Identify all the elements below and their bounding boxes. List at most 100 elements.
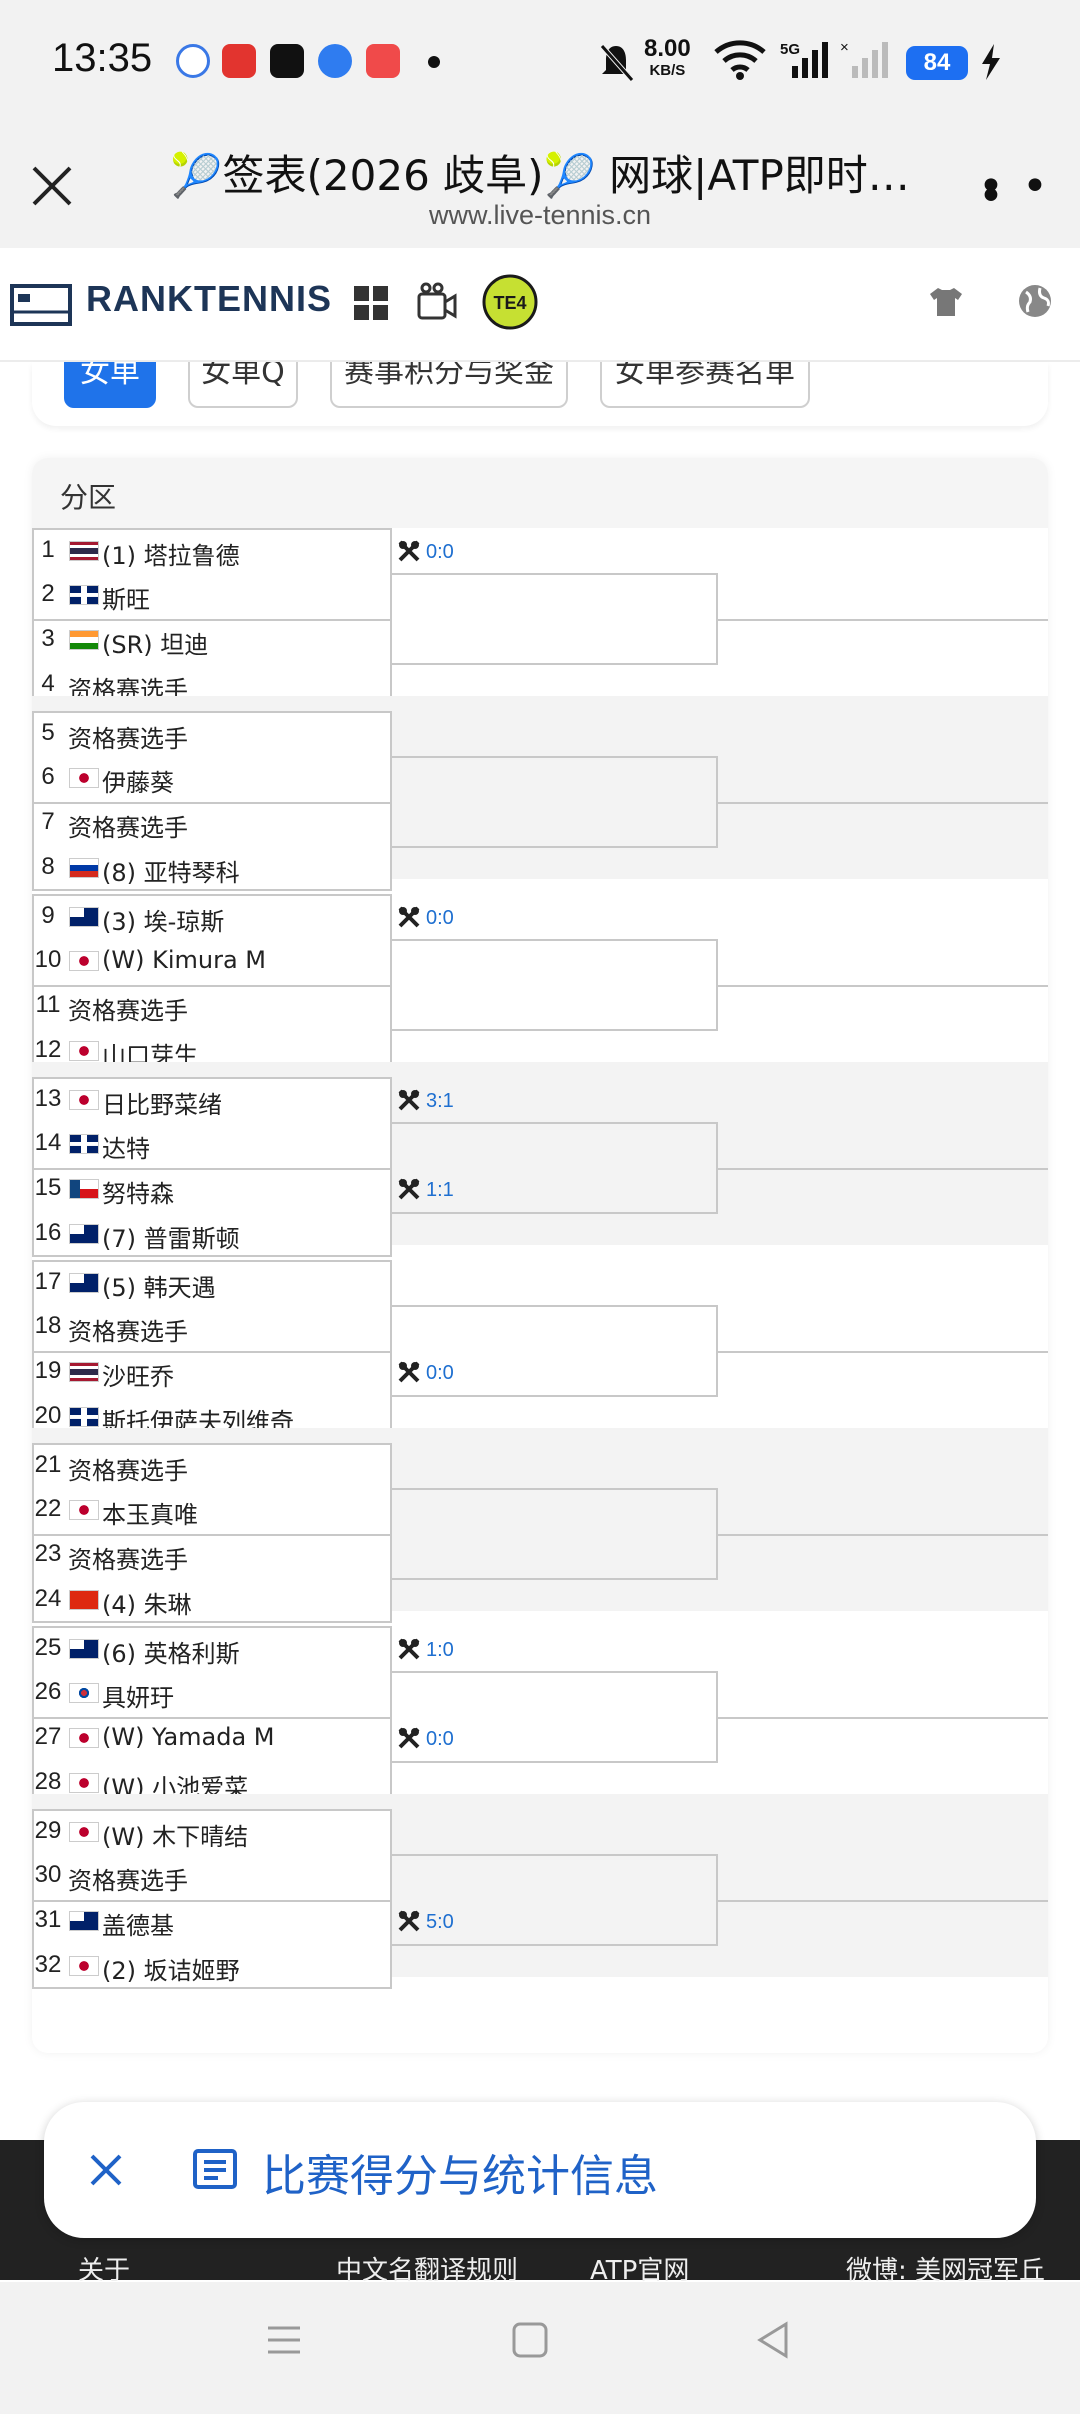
draw-position: 30 [34, 1861, 62, 1888]
flag-jp-icon [69, 1041, 99, 1061]
draw-position: 10 [34, 946, 62, 973]
player-name[interactable]: 达特 [102, 1129, 150, 1164]
tab-womens-singles[interactable]: 女单 [64, 362, 156, 408]
match-score[interactable]: 0:0 [398, 906, 454, 930]
player-row[interactable]: 14 达特 [34, 1129, 390, 1169]
player-row[interactable]: 9 (3) 埃-琼斯 [34, 902, 390, 942]
stats-banner[interactable]: 比赛得分与统计信息 [44, 2102, 1036, 2238]
match-score[interactable]: 5:0 [398, 1910, 454, 1934]
te4-badge-text: TE4 [493, 293, 526, 313]
draw-position: 3 [41, 625, 55, 652]
footer-links: 关于 中文名翻译规则 ATP官网 微博: 美网冠军丘 [0, 2250, 1080, 2286]
signal-sim2-icon: × [840, 40, 888, 78]
player-row[interactable]: 23 资格赛选手 [34, 1540, 390, 1580]
player-row[interactable]: 7 资格赛选手 [34, 808, 390, 848]
player-name[interactable]: 资格赛选手 [68, 1451, 188, 1486]
player-name[interactable]: 资格赛选手 [68, 1540, 188, 1575]
draw-position: 15 [34, 1174, 62, 1201]
draw-position: 4 [41, 670, 55, 697]
player-row[interactable]: 3 (SR) 坦迪 [34, 625, 390, 665]
grid-icon[interactable] [352, 284, 390, 322]
tiktok-icon [270, 44, 304, 78]
crossed-rackets-icon [398, 1178, 420, 1200]
player-row[interactable]: 18 资格赛选手 [34, 1312, 390, 1352]
player-row[interactable]: 6 伊藤葵 [34, 763, 390, 803]
match-score[interactable]: 0:0 [398, 540, 454, 564]
player-name[interactable]: 资格赛选手 [68, 991, 188, 1026]
match-score[interactable]: 1:1 [398, 1178, 454, 1202]
player-row[interactable]: 11 资格赛选手 [34, 991, 390, 1031]
tab-points-prize-money[interactable]: 赛事积分与奖金 [330, 362, 568, 408]
player-row[interactable]: 1 (1) 塔拉鲁德 [34, 536, 390, 576]
player-row[interactable]: 5 资格赛选手 [34, 719, 390, 759]
te4-badge-icon[interactable]: TE4 [482, 274, 538, 330]
player-row[interactable]: 31 盖德基 [34, 1906, 390, 1946]
player-name[interactable]: 资格赛选手 [68, 719, 188, 754]
svg-text:5G: 5G [780, 41, 800, 58]
player-row[interactable]: 22 本玉真唯 [34, 1495, 390, 1535]
player-row[interactable]: 17 (5) 韩天遇 [34, 1268, 390, 1308]
player-name[interactable]: 盖德基 [102, 1906, 174, 1941]
match-score[interactable]: 0:0 [398, 1361, 454, 1385]
player-row[interactable]: 10 (W) Kimura M [34, 946, 390, 986]
draw-position: 14 [34, 1129, 62, 1156]
player-row[interactable]: 30 资格赛选手 [34, 1861, 390, 1901]
player-name[interactable]: (SR) 坦迪 [102, 625, 208, 660]
player-name[interactable]: 资格赛选手 [68, 808, 188, 843]
player-row[interactable]: 29 (W) 木下晴结 [34, 1817, 390, 1857]
tab-bar: 女单 女单Q 赛事积分与奖金 女单参赛名单 [0, 362, 1080, 424]
player-name[interactable]: 资格赛选手 [68, 1312, 188, 1347]
player-name[interactable]: (2) 坂诘姬野 [102, 1951, 240, 1986]
player-name[interactable]: 本玉真唯 [102, 1495, 198, 1530]
menu-icon[interactable] [264, 2320, 304, 2360]
draw-position: 17 [34, 1268, 62, 1295]
draw-position: 5 [41, 719, 55, 746]
player-name[interactable]: (6) 英格利斯 [102, 1634, 240, 1669]
player-name[interactable]: (W) Yamada M [102, 1723, 275, 1751]
video-camera-icon[interactable] [416, 282, 458, 324]
player-name[interactable]: (3) 埃-琼斯 [102, 902, 224, 937]
player-row[interactable]: 19 沙旺乔 [34, 1357, 390, 1397]
player-name[interactable]: (1) 塔拉鲁德 [102, 536, 240, 571]
player-row[interactable]: 13 日比野菜绪 [34, 1085, 390, 1125]
player-name[interactable]: (W) 木下晴结 [102, 1817, 248, 1852]
player-name[interactable]: (5) 韩天遇 [102, 1268, 216, 1303]
player-row[interactable]: 25 (6) 英格利斯 [34, 1634, 390, 1674]
flag-jp-icon [69, 1728, 99, 1748]
second-round-bracket [392, 939, 718, 1031]
tab-womens-qualifying[interactable]: 女单Q [188, 362, 298, 408]
tab-entry-list[interactable]: 女单参赛名单 [600, 362, 810, 408]
player-row[interactable]: 32 (2) 坂诘姬野 [34, 1951, 390, 1991]
shirt-icon[interactable] [928, 286, 964, 318]
close-icon[interactable] [26, 160, 78, 212]
bracket-connector [718, 1717, 1048, 1719]
player-row[interactable]: 26 具妍玗 [34, 1678, 390, 1718]
match-score[interactable]: 3:1 [398, 1089, 454, 1113]
player-name[interactable]: 资格赛选手 [68, 1861, 188, 1896]
player-name[interactable]: 斯旺 [102, 580, 150, 615]
player-name[interactable]: 具妍玗 [102, 1678, 174, 1713]
site-logo[interactable]: RANKTENNIS [86, 278, 332, 320]
player-name[interactable]: 努特森 [102, 1174, 174, 1209]
player-name[interactable]: 沙旺乔 [102, 1357, 174, 1392]
player-name[interactable]: 日比野菜绪 [102, 1085, 222, 1120]
player-row[interactable]: 2 斯旺 [34, 580, 390, 620]
more-menu-icon[interactable]: • • • [978, 165, 1080, 219]
back-icon[interactable] [754, 2320, 794, 2360]
match-score[interactable]: 1:0 [398, 1638, 454, 1662]
match-score[interactable]: 0:0 [398, 1727, 454, 1751]
globe-icon[interactable] [1016, 282, 1054, 320]
score-text: 3:1 [426, 1090, 454, 1112]
player-row[interactable]: 21 资格赛选手 [34, 1451, 390, 1491]
player-row[interactable]: 27 (W) Yamada M [34, 1723, 390, 1763]
flag-th-icon [69, 541, 99, 561]
player-row[interactable]: 15 努特森 [34, 1174, 390, 1214]
crossed-rackets-icon [398, 1638, 420, 1660]
close-icon[interactable] [86, 2150, 126, 2190]
player-name[interactable]: 伊藤葵 [102, 763, 174, 798]
flag-th-icon [69, 1362, 99, 1382]
browser-title-bar: 🎾签表(2026 歧阜)🎾 网球|ATP即时… www.live-tennis.… [0, 124, 1080, 248]
home-icon[interactable] [510, 2320, 550, 2360]
player-name[interactable]: (W) Kimura M [102, 946, 266, 974]
flag-gb-icon [69, 1134, 99, 1154]
